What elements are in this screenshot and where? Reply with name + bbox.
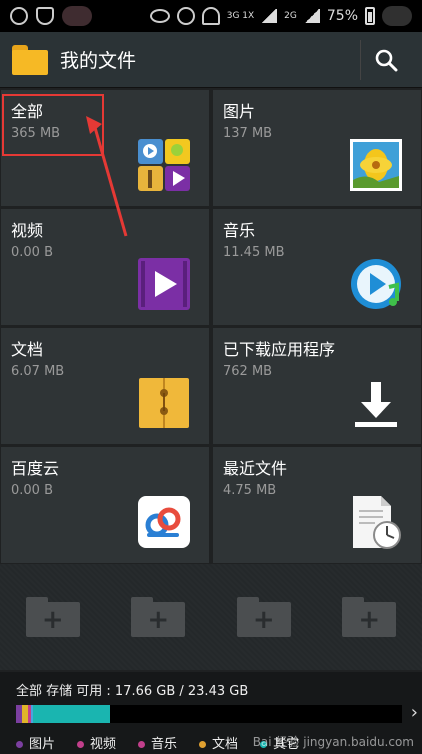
network-type-2: 2G [284, 10, 297, 21]
chevron-right-icon[interactable]: › [411, 702, 418, 723]
music-icon [351, 259, 401, 309]
notification-icon-2 [382, 6, 412, 26]
network-type: 3G 1X [226, 10, 255, 21]
eye-icon [149, 9, 170, 23]
document-icon [139, 378, 189, 428]
legend-label: 图片 [29, 737, 56, 752]
shield-icon [36, 7, 54, 25]
legend-label: 文档 [212, 737, 239, 752]
tile-label: 百度云 [11, 459, 60, 478]
add-folder-button[interactable]: + [131, 597, 186, 637]
recent-files-icon [353, 496, 401, 549]
plus-icon: + [236, 602, 291, 637]
signal-icon [261, 9, 278, 23]
app-bar: 我的文件 [0, 32, 422, 88]
storage-label: 全部 存储 可用 : 17.66 GB / 23.43 GB [16, 684, 249, 699]
legend-dot [16, 741, 23, 748]
watermark: Bai 经验 jingyan.baidu.com [252, 735, 414, 749]
legend-item: 图片 [16, 733, 55, 752]
baidu-cloud-icon [138, 496, 190, 548]
tile-images[interactable]: 图片 137 MB [213, 90, 421, 206]
image-icon [350, 139, 402, 191]
video-icon [138, 258, 190, 310]
add-folder-button[interactable]: + [236, 597, 291, 637]
storage-segment [32, 705, 110, 723]
plus-icon: + [342, 602, 397, 637]
page-title: 我的文件 [60, 50, 137, 72]
tile-label: 音乐 [223, 221, 256, 240]
plus-icon: + [25, 602, 80, 637]
legend-label: 视频 [90, 737, 117, 752]
tile-baidu-cloud[interactable]: 百度云 0.00 B [1, 447, 209, 563]
alarm-icon [176, 7, 195, 25]
storage-panel[interactable]: 全部 存储 可用 : 17.66 GB / 23.43 GB 图片 视频 音乐 文档其… [0, 672, 422, 754]
plus-icon: + [131, 602, 186, 637]
shortcut-folders-row: + + + + [0, 564, 422, 670]
tile-label: 已下载应用程序 [223, 340, 336, 359]
legend-item: 视频 [77, 733, 116, 752]
legend-label: 音乐 [151, 737, 178, 752]
folder-icon [12, 44, 48, 75]
battery-percent: 75% [326, 8, 358, 24]
tile-label: 图片 [223, 102, 256, 121]
security-icon [10, 7, 28, 25]
tile-downloaded-apps[interactable]: 已下载应用程序 762 MB [213, 328, 421, 444]
category-grid: 全部 365 MB 图片 137 MB 视频 0.00 B 音乐 11.45 M… [0, 90, 422, 563]
all-files-icon [138, 139, 190, 191]
add-folder-button[interactable]: + [342, 597, 397, 637]
add-folder-button[interactable]: + [25, 597, 80, 637]
annotation-arrow-icon [86, 116, 128, 237]
signal-icon-2 [303, 9, 320, 23]
search-button[interactable] [360, 39, 410, 80]
legend-dot [138, 741, 146, 748]
legend-item: 文档 [199, 733, 238, 752]
storage-bar [16, 705, 402, 723]
tile-recent-files[interactable]: 最近文件 4.75 MB [213, 447, 421, 563]
battery-icon [365, 7, 375, 25]
download-icon [355, 382, 397, 427]
legend-dot [199, 741, 207, 748]
tile-documents[interactable]: 文档 6.07 MB [1, 328, 209, 444]
search-icon [375, 49, 397, 71]
tile-label: 文档 [11, 340, 44, 359]
tile-music[interactable]: 音乐 11.45 MB [213, 209, 421, 325]
notification-icon [62, 6, 92, 26]
status-bar: 3G 1X 2G 75% [0, 0, 422, 32]
legend-item: 音乐 [138, 733, 177, 752]
tile-label: 最近文件 [223, 459, 288, 478]
wifi-icon [201, 7, 220, 25]
legend-dot [77, 741, 85, 748]
